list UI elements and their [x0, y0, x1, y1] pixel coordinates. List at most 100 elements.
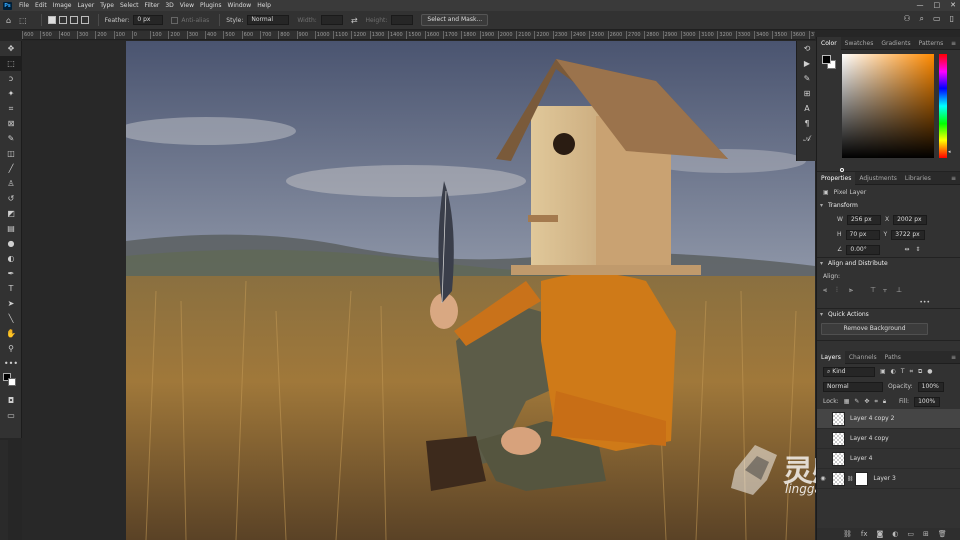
menu-filter[interactable]: Filter: [142, 2, 163, 9]
minimize-icon[interactable]: —: [917, 0, 924, 11]
panel-menu-icon[interactable]: ≡: [951, 37, 956, 50]
panel-toggle-icon[interactable]: ▯: [950, 14, 954, 24]
trash-icon[interactable]: 🗑︎: [938, 530, 947, 538]
align-title[interactable]: Align and Distribute: [817, 258, 960, 270]
menu-type[interactable]: Type: [97, 2, 117, 9]
flip-horizontal-icon[interactable]: ⇹: [904, 246, 909, 253]
menu-image[interactable]: Image: [50, 2, 75, 9]
glyphs-icon[interactable]: 𝒜: [797, 131, 817, 146]
workspace-icon[interactable]: ▭: [933, 14, 941, 24]
maximize-icon[interactable]: □: [934, 0, 941, 11]
filter-type-icon[interactable]: T: [901, 368, 905, 375]
align-right-icon[interactable]: ⫸: [849, 286, 857, 294]
kind-filter-select[interactable]: ⌕ Kind: [823, 366, 875, 377]
layer-row[interactable]: Layer 4 copy 2: [817, 409, 960, 429]
layer-name[interactable]: Layer 4 copy: [850, 435, 889, 442]
blend-mode-select[interactable]: Normal: [823, 381, 883, 392]
layers-menu-icon[interactable]: ≡: [951, 351, 956, 364]
new-layer-icon[interactable]: ⊞: [923, 530, 929, 538]
filter-adjust-icon[interactable]: ◐: [891, 368, 896, 375]
anti-alias-checkbox[interactable]: [171, 16, 179, 24]
crop-icon[interactable]: ⌗: [0, 101, 22, 116]
rectangular-marquee-icon[interactable]: ⬚: [0, 56, 22, 71]
new-selection-icon[interactable]: [47, 16, 56, 24]
style-select[interactable]: Normal: [247, 15, 290, 25]
swap-icon[interactable]: ⇄: [351, 16, 358, 25]
tab-paths[interactable]: Paths: [881, 351, 905, 364]
layer-name[interactable]: Layer 4 copy 2: [850, 415, 894, 422]
layer-mask-thumbnail[interactable]: [855, 471, 869, 486]
document-canvas-image[interactable]: [126, 41, 815, 540]
lock-artboard-icon[interactable]: ⌗: [874, 398, 877, 406]
close-icon[interactable]: ✕: [950, 0, 956, 11]
path-selection-icon[interactable]: ➤: [0, 296, 22, 311]
height-field[interactable]: 70 px: [845, 229, 880, 240]
menu-view[interactable]: View: [177, 2, 197, 9]
menu-edit[interactable]: Edit: [32, 2, 50, 9]
opacity-field[interactable]: 100%: [917, 381, 944, 392]
brush-icon[interactable]: ╱: [0, 161, 22, 176]
properties-menu-icon[interactable]: ≡: [951, 172, 956, 185]
add-selection-icon[interactable]: [58, 16, 67, 24]
width-field[interactable]: 256 px: [846, 214, 881, 225]
background-color-swatch[interactable]: [8, 378, 16, 386]
actions-play-icon[interactable]: ▶: [797, 56, 817, 71]
color-swatches[interactable]: [0, 371, 21, 393]
layer-name[interactable]: Layer 3: [873, 475, 895, 482]
more-options-icon[interactable]: •••: [919, 299, 930, 306]
menu-3d[interactable]: 3D: [162, 2, 176, 9]
hand-icon[interactable]: ✋: [0, 326, 22, 341]
move-tool-icon[interactable]: ✥: [0, 41, 22, 56]
layer-row[interactable]: Layer 4: [817, 449, 960, 469]
history-brush-icon[interactable]: ↺: [0, 191, 22, 206]
mask-icon[interactable]: ◙: [877, 530, 884, 538]
filter-smart-icon[interactable]: ⧉: [918, 368, 922, 376]
frame-icon[interactable]: ⊠: [0, 116, 22, 131]
horizontal-ruler[interactable]: 600 500 400 300 200 100 0 100 200 300 400 500 600 700…: [22, 31, 815, 40]
feather-input[interactable]: 0 px: [133, 15, 164, 25]
subtract-selection-icon[interactable]: [69, 16, 78, 24]
menu-layer[interactable]: Layer: [74, 2, 97, 9]
layer-name[interactable]: Layer 4: [850, 455, 872, 462]
lock-all-icon[interactable]: 🔒︎: [883, 398, 886, 406]
menu-select[interactable]: Select: [117, 2, 142, 9]
character-icon[interactable]: A: [797, 101, 817, 116]
menu-window[interactable]: Window: [225, 2, 255, 9]
tab-swatches[interactable]: Swatches: [841, 37, 878, 50]
align-center-h-icon[interactable]: ⫶: [836, 286, 844, 294]
healing-brush-icon[interactable]: ◫: [0, 146, 22, 161]
clone-stamp-icon[interactable]: ♙: [0, 176, 22, 191]
menu-help[interactable]: Help: [254, 2, 274, 9]
adjustment-icon[interactable]: ◐: [892, 530, 898, 538]
adjustments-icon[interactable]: ⊞: [797, 86, 817, 101]
quick-actions-title[interactable]: Quick Actions: [817, 309, 960, 321]
line-tool-icon[interactable]: ╲: [0, 311, 22, 326]
filter-toggle-icon[interactable]: ●: [927, 368, 932, 375]
tab-layers[interactable]: Layers: [817, 350, 845, 364]
dodge-icon[interactable]: ◐: [0, 251, 22, 266]
search-icon[interactable]: ⌕: [920, 14, 924, 24]
filter-pixel-icon[interactable]: ▣: [880, 368, 886, 375]
gradient-icon[interactable]: ▤: [0, 221, 22, 236]
fill-field[interactable]: 100%: [914, 396, 941, 407]
screen-mode-icon[interactable]: ▭: [0, 408, 22, 423]
lock-move-icon[interactable]: ✥: [864, 398, 869, 405]
more-tools-icon[interactable]: •••: [0, 356, 22, 371]
tab-adjustments[interactable]: Adjustments: [855, 172, 901, 185]
hue-slider-handle-icon[interactable]: ◂: [948, 149, 951, 155]
blur-icon[interactable]: ●: [0, 236, 22, 251]
align-middle-v-icon[interactable]: ⫟: [883, 286, 891, 294]
tab-color[interactable]: Color: [817, 36, 841, 50]
visibility-eye-icon[interactable]: ◉: [817, 475, 829, 482]
zoom-icon[interactable]: ⚲: [0, 341, 22, 356]
link-icon[interactable]: ⛓: [843, 530, 852, 538]
height-input[interactable]: [391, 15, 414, 25]
hue-slider[interactable]: [939, 54, 947, 158]
quick-mask-icon[interactable]: ◘: [0, 393, 22, 408]
layer-row[interactable]: ◉ ⛓ Layer 3: [817, 469, 960, 489]
history-icon[interactable]: ⟲: [797, 41, 817, 56]
type-tool-icon[interactable]: T: [0, 281, 22, 296]
select-and-mask-button[interactable]: Select and Mask...: [421, 14, 489, 26]
eraser-icon[interactable]: ◩: [0, 206, 22, 221]
tab-patterns[interactable]: Patterns: [915, 37, 948, 50]
